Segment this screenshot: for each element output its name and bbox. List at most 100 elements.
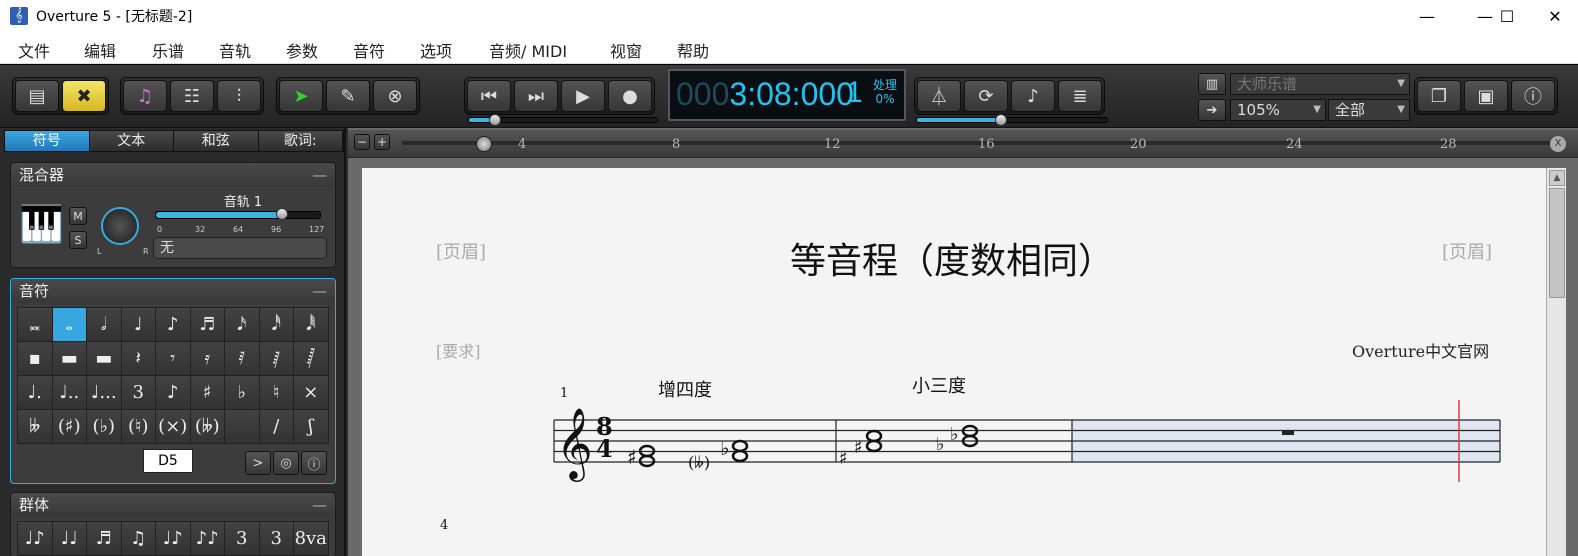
solo-button[interactable]: S xyxy=(69,231,87,249)
pencil-tool-button[interactable]: ✎ xyxy=(326,80,370,112)
track-sheet-button[interactable]: ☷ xyxy=(170,80,214,112)
ruler-knob[interactable] xyxy=(476,136,492,152)
menu-parameters[interactable]: 参数 xyxy=(286,38,318,62)
tempo-slider[interactable] xyxy=(916,114,1108,126)
note-palette-cell[interactable]: ▬ xyxy=(52,342,87,376)
go-button[interactable]: ➔ xyxy=(1198,99,1226,121)
zoom-select[interactable]: 105% ▼ xyxy=(1230,99,1326,121)
note-palette-cell[interactable]: (♭) xyxy=(87,410,122,444)
group-palette-cell[interactable]: 8va xyxy=(294,522,329,556)
accent-button[interactable]: > xyxy=(245,451,271,475)
window-close-button[interactable]: ✕ xyxy=(1532,0,1578,32)
tools-button[interactable]: ✖ xyxy=(62,80,106,112)
metronome-button[interactable]: ⏃ xyxy=(917,80,961,112)
drum-button[interactable]: ◎ xyxy=(273,451,299,475)
mixer-button[interactable]: ⫶ xyxy=(217,80,261,112)
select-tool-button[interactable]: ➤ xyxy=(279,80,323,112)
note-palette-cell[interactable]: 𝄾 xyxy=(156,342,191,376)
group-palette-cell[interactable]: ♩♩ xyxy=(52,522,87,556)
note-palette-cell[interactable]: 𝅝 xyxy=(52,308,87,342)
info-button[interactable]: ⓘ xyxy=(1511,80,1555,112)
interval-label-aug4[interactable]: 增四度 xyxy=(658,376,712,402)
position-slider[interactable] xyxy=(468,114,658,126)
scope-select[interactable]: 全部 ▼ xyxy=(1328,99,1410,121)
loop-button[interactable]: ⟳ xyxy=(964,80,1008,112)
menu-notes[interactable]: 音符 xyxy=(353,38,385,62)
note-palette-cell[interactable]: (𝄫) xyxy=(190,410,225,444)
note-palette-cell[interactable]: ♮ xyxy=(259,376,294,410)
group-palette-cell[interactable]: ♬ xyxy=(87,522,122,556)
export-button[interactable]: ▣ xyxy=(1464,80,1508,112)
note-palette-cell[interactable]: 𝅘𝅥𝅯 xyxy=(225,308,260,342)
note-palette-cell[interactable]: ▬ xyxy=(87,342,122,376)
tab-text[interactable]: 文本 xyxy=(89,131,174,151)
header-right[interactable]: [页眉] xyxy=(1442,238,1492,264)
group-palette-cell[interactable]: ♩♪ xyxy=(18,522,53,556)
note-palette-cell[interactable]: ♪ xyxy=(156,376,191,410)
note-palette-cell[interactable]: 𝄽 xyxy=(121,342,156,376)
group-palette-cell[interactable]: ♪♪ xyxy=(190,522,225,556)
note-palette-cell[interactable]: 𝄫 xyxy=(18,410,53,444)
time-signature-bottom[interactable]: 4 xyxy=(596,434,613,463)
note-palette-cell[interactable]: ♩... xyxy=(87,376,122,410)
note-palette-cell[interactable]: (×) xyxy=(156,410,191,444)
position-knob[interactable] xyxy=(489,114,501,126)
menu-audio-midi[interactable]: 音频/ MIDI xyxy=(489,38,567,62)
erase-tool-button[interactable]: ⊗ xyxy=(373,80,417,112)
pitch-field[interactable]: D5 xyxy=(143,449,193,473)
menu-help[interactable]: 帮助 xyxy=(677,38,709,62)
group-palette-cell[interactable]: 3 xyxy=(225,522,260,556)
note-palette-cell[interactable]: 𝅗𝅥 xyxy=(87,308,122,342)
menu-options[interactable]: 选项 xyxy=(420,38,452,62)
volume-slider[interactable] xyxy=(155,208,321,220)
book-button[interactable]: ▥ xyxy=(1198,73,1226,95)
close-icon[interactable]: X xyxy=(1550,136,1566,152)
menu-edit[interactable]: 编辑 xyxy=(84,38,116,62)
note-palette-cell[interactable]: 𝅀 xyxy=(225,342,260,376)
play-button[interactable]: ▶ xyxy=(561,80,605,112)
interval-label-min3[interactable]: 小三度 xyxy=(912,372,966,398)
quantize-button[interactable]: ♪ xyxy=(1011,80,1055,112)
forward-button[interactable]: ⏭ xyxy=(514,80,558,112)
score-view-button[interactable]: ▤ xyxy=(15,80,59,112)
vertical-scrollbar[interactable]: ▲ xyxy=(1546,168,1566,556)
rewind-button[interactable]: ⏮ xyxy=(467,80,511,112)
note-palette-cell[interactable]: 𝄿 xyxy=(190,342,225,376)
mute-button[interactable]: M xyxy=(69,207,87,225)
window-maximize-button[interactable]: ☐ xyxy=(1484,0,1530,32)
zoom-in-button[interactable]: + xyxy=(374,134,390,150)
note-palette-cell[interactable]: (♮) xyxy=(121,410,156,444)
note-palette-cell[interactable]: ♪ xyxy=(156,308,191,342)
record-button[interactable]: ● xyxy=(608,80,652,112)
notation-button[interactable]: ♫ xyxy=(123,80,167,112)
note-palette-cell[interactable]: 𝅘𝅥𝅱 xyxy=(294,308,329,342)
zoom-out-button[interactable]: − xyxy=(354,134,370,150)
score-type-select[interactable]: 大师乐谱 ▼ xyxy=(1230,73,1410,95)
staff-button[interactable]: ≣ xyxy=(1058,80,1102,112)
note-palette-cell[interactable]: 𝅜 xyxy=(18,308,53,342)
group-palette-cell[interactable]: 3 xyxy=(259,522,294,556)
note-palette-cell[interactable]: ♩. xyxy=(18,376,53,410)
composer-text[interactable]: Overture中文官网 xyxy=(1352,338,1489,362)
tab-symbols[interactable]: 符号 xyxy=(5,131,90,151)
tab-chords[interactable]: 和弦 xyxy=(174,131,259,151)
request-text[interactable]: [要求] xyxy=(436,338,481,362)
menu-score[interactable]: 乐谱 xyxy=(152,38,184,62)
tempo-knob[interactable] xyxy=(995,114,1007,126)
window-minimize-button[interactable]: — xyxy=(1404,0,1450,32)
note-palette-cell[interactable]: ♬ xyxy=(190,308,225,342)
header-left[interactable]: [页眉] xyxy=(436,238,486,264)
note-palette-cell[interactable]: ♩ xyxy=(121,308,156,342)
note-palette-cell[interactable]: (♯) xyxy=(52,410,87,444)
volume-knob[interactable] xyxy=(276,208,289,220)
collapse-icon[interactable]: — xyxy=(312,279,327,303)
measure-ruler[interactable]: − + 4 8 12 16 20 24 28 X xyxy=(348,130,1578,158)
pan-knob[interactable] xyxy=(101,207,139,245)
note-palette-cell[interactable]: 𝅁 xyxy=(259,342,294,376)
note-palette-cell[interactable]: ▪ xyxy=(18,342,53,376)
menu-track[interactable]: 音轨 xyxy=(219,38,251,62)
collapse-icon[interactable]: — xyxy=(312,163,327,187)
scroll-thumb[interactable] xyxy=(1549,188,1565,298)
note-palette-cell[interactable]: ♯ xyxy=(190,376,225,410)
tab-lyrics[interactable]: 歌词: xyxy=(258,131,343,151)
